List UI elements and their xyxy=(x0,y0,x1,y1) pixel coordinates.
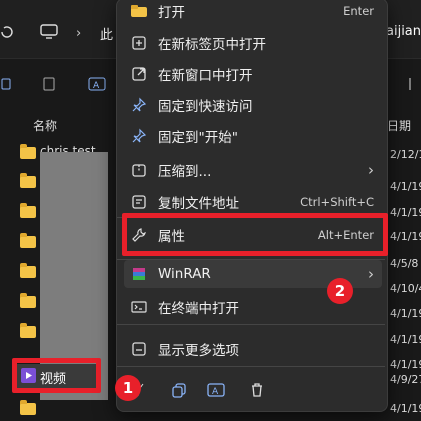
paste-icon[interactable] xyxy=(34,69,64,99)
external-window-icon xyxy=(130,65,148,83)
date-cell: 4/1/19 xyxy=(390,307,421,320)
folder-icon xyxy=(20,263,36,278)
date-cell: 4/1/19 xyxy=(390,230,421,243)
menu-item-open-new-window[interactable]: 在新窗口中打开 xyxy=(124,60,382,88)
chevron-right-icon: › xyxy=(368,265,374,283)
pin-icon xyxy=(130,127,148,145)
pin-icon xyxy=(130,96,148,114)
date-cell: 4/1/19 xyxy=(390,358,421,371)
date-cell: 4/9/27 xyxy=(390,373,421,386)
menu-item-show-more[interactable]: 显示更多选项 xyxy=(124,335,382,363)
folder-icon xyxy=(20,293,36,308)
step-badge-1: 1 xyxy=(115,375,141,401)
chevron-right-icon: › xyxy=(76,26,82,41)
step-badge-2: 2 xyxy=(327,278,353,304)
folder-icon xyxy=(20,203,36,218)
column-header-name[interactable]: 名称 xyxy=(33,117,57,134)
folder-icon xyxy=(20,233,36,248)
more-options-icon xyxy=(130,340,148,358)
menu-separator xyxy=(117,366,385,367)
archive-icon xyxy=(130,161,148,179)
refresh-icon[interactable] xyxy=(0,24,14,40)
svg-text:A: A xyxy=(93,81,100,91)
column-header-date[interactable]: 日期 xyxy=(387,117,411,134)
menu-item-pin-quick-access[interactable]: 固定到快速访问 xyxy=(124,91,382,119)
date-cell: 4/1/19 xyxy=(390,206,421,219)
menu-item-copy-path[interactable]: 复制文件地址 Ctrl+Shift+C xyxy=(124,188,382,216)
folder-icon xyxy=(20,400,36,415)
folder-icon xyxy=(20,144,36,159)
date-cell: 2/12/1 xyxy=(390,148,421,161)
cut-icon[interactable] xyxy=(0,69,20,99)
copy-icon[interactable] xyxy=(164,375,194,405)
terminal-icon xyxy=(130,298,148,316)
menu-item-open-new-tab[interactable]: 在新标签页中打开 xyxy=(124,29,382,57)
svg-text:A: A xyxy=(212,387,219,397)
winrar-icon xyxy=(130,265,148,283)
folder-icon xyxy=(130,2,148,20)
folder-icon xyxy=(20,173,36,188)
menu-separator xyxy=(117,324,385,325)
rename-icon[interactable]: A xyxy=(201,375,231,405)
menu-item-pin-start[interactable]: 固定到"开始" xyxy=(124,122,382,150)
folder-icon xyxy=(20,323,36,338)
date-cell: 4/10/4 xyxy=(390,282,421,295)
chevron-right-icon: › xyxy=(368,161,374,179)
highlight-box-properties xyxy=(122,213,388,256)
date-cell: 4/1/19 xyxy=(390,333,421,346)
date-cell: 4/1/19 xyxy=(390,180,421,193)
rename-icon[interactable]: A xyxy=(82,69,112,99)
date-cell: 4/1/19 xyxy=(390,402,421,415)
highlight-box-videos xyxy=(12,358,101,393)
menu-item-compress[interactable]: 压缩到... › xyxy=(124,156,382,184)
breadcrumb-this-pc[interactable]: 此 xyxy=(100,24,113,43)
new-tab-icon xyxy=(130,34,148,52)
date-cell: 4/5/8 1 xyxy=(390,257,421,270)
breadcrumb-user[interactable]: aijiand xyxy=(386,24,421,39)
delete-icon[interactable] xyxy=(242,375,272,405)
menu-item-open[interactable]: 打开 Enter xyxy=(124,0,382,25)
sort-icon[interactable] xyxy=(395,69,421,99)
copy-path-icon xyxy=(130,193,148,211)
computer-icon[interactable] xyxy=(40,24,58,40)
